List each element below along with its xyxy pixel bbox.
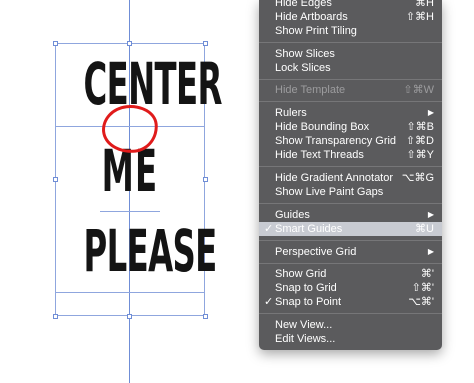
menu-item-smart-guides[interactable]: ✓ Smart Guides ⌘U: [259, 222, 442, 236]
checkmark-icon: ✓: [264, 296, 274, 308]
menu-item-hide-text-threads[interactable]: Hide Text Threads ⇧⌘Y: [259, 148, 442, 162]
menu-separator: [259, 203, 442, 204]
handle-top-center[interactable]: [127, 41, 132, 46]
menu-separator: [259, 263, 442, 264]
shortcut-label: ⇧⌘Y: [406, 149, 434, 161]
shortcut-label: ⌥⌘': [408, 296, 434, 308]
menu-item-hide-gradient-annotator[interactable]: Hide Gradient Annotator ⌥⌘G: [259, 171, 442, 185]
menu-item-snap-to-point[interactable]: ✓ Snap to Point ⌥⌘': [259, 295, 442, 309]
menu-item-show-print-tiling[interactable]: Show Print Tiling: [259, 24, 442, 38]
checkmark-icon: ✓: [264, 223, 274, 235]
menu-item-hide-template: Hide Template ⇧⌘W: [275, 84, 434, 96]
menu-item-show-slices[interactable]: Show Slices: [259, 47, 442, 61]
menu-separator: [259, 79, 442, 80]
handle-top-right[interactable]: [203, 41, 208, 46]
submenu-arrow-icon: ▶: [427, 247, 434, 256]
handle-middle-right[interactable]: [203, 177, 208, 182]
handle-top-left[interactable]: [53, 41, 58, 46]
menu-separator: [259, 166, 442, 167]
menu-item-show-transparency-grid[interactable]: Show Transparency Grid ⇧⌘D: [259, 134, 442, 148]
handle-bottom-center[interactable]: [127, 314, 132, 319]
menu-item-rulers[interactable]: Rulers ▶: [259, 106, 442, 120]
submenu-arrow-icon: ▶: [427, 108, 434, 117]
shortcut-label: ⌘H: [415, 0, 434, 9]
shortcut-label: ⇧⌘D: [405, 135, 434, 147]
shortcut-label: ⌘': [420, 268, 434, 280]
handle-middle-left[interactable]: [53, 177, 58, 182]
menu-item-lock-slices[interactable]: Lock Slices: [259, 61, 442, 75]
menu-item-hide-edges[interactable]: Hide Edges ⌘H: [259, 0, 442, 10]
menu-item-hide-artboards[interactable]: Hide Artboards ⇧⌘H: [259, 10, 442, 24]
menu-item-snap-to-grid[interactable]: Snap to Grid ⇧⌘': [259, 281, 442, 295]
handle-bottom-right[interactable]: [203, 314, 208, 319]
shortcut-label: ⇧⌘W: [403, 84, 434, 96]
menu-item-show-grid[interactable]: Show Grid ⌘': [259, 267, 442, 281]
shortcut-label: ⇧⌘': [411, 282, 434, 294]
shortcut-label: ⌘U: [415, 223, 434, 235]
shortcut-label: ⌥⌘G: [401, 172, 434, 184]
menu-item-hide-bounding-box[interactable]: Hide Bounding Box ⇧⌘B: [259, 120, 442, 134]
artwork-text-line-3[interactable]: PLEASE: [84, 222, 218, 280]
menu-item-show-live-paint-gaps[interactable]: Show Live Paint Gaps: [259, 185, 442, 199]
menu-separator: [259, 313, 442, 314]
text-baseline-2: [100, 211, 160, 212]
menu-item-new-view[interactable]: New View...: [259, 318, 442, 332]
text-baseline-3: [55, 292, 205, 293]
shortcut-label: ⇧⌘H: [405, 11, 434, 23]
handle-bottom-left[interactable]: [53, 314, 58, 319]
submenu-arrow-icon: ▶: [427, 210, 434, 219]
menu-separator: [259, 42, 442, 43]
shortcut-label: ⇧⌘B: [406, 121, 434, 133]
view-menu: Hide Edges ⌘H Hide Artboards ⇧⌘H Show Pr…: [259, 0, 442, 350]
menu-separator: [259, 240, 442, 241]
menu-item-perspective-grid[interactable]: Perspective Grid ▶: [259, 245, 442, 259]
menu-separator: [259, 101, 442, 102]
menu-item-guides[interactable]: Guides ▶: [259, 208, 442, 222]
menu-item-edit-views[interactable]: Edit Views...: [259, 332, 442, 346]
